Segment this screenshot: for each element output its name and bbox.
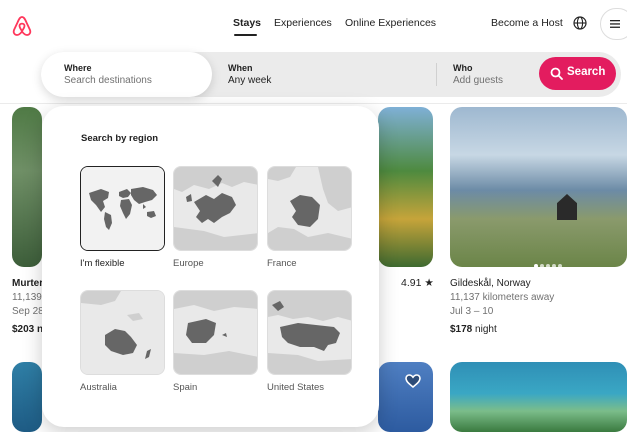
when-label: When <box>228 63 253 73</box>
become-host-link[interactable]: Become a Host <box>491 17 563 29</box>
search-button[interactable]: Search <box>539 57 616 90</box>
search-divider <box>436 63 437 86</box>
listing-right-price-value: $178 <box>450 324 473 335</box>
region-label-united-states: United States <box>267 382 325 393</box>
listing-right-title[interactable]: Gildeskål, Norway <box>450 278 531 289</box>
region-label-europe: Europe <box>173 258 204 269</box>
region-label-france: France <box>267 258 297 269</box>
region-option-flexible[interactable]: I'm flexible <box>80 166 165 269</box>
listing-photo-bottom-middle[interactable] <box>378 362 433 432</box>
nav-experiences[interactable]: Experiences <box>274 17 332 29</box>
spain-map-icon <box>174 291 257 374</box>
listing-right-distance: 11,137 kilometers away <box>450 292 555 303</box>
listing-photo-middle[interactable] <box>378 107 433 267</box>
region-option-australia[interactable]: Australia <box>80 290 165 393</box>
active-tab-underline <box>234 34 257 36</box>
listing-right-price: $178 night <box>450 324 497 335</box>
region-map-europe <box>173 166 258 251</box>
listing-photo-right[interactable] <box>450 107 627 267</box>
united-states-map-icon <box>268 291 351 374</box>
listing-middle-rating: 4.91 ★ <box>401 277 434 289</box>
user-menu-button[interactable] <box>600 8 627 40</box>
nav-online-experiences[interactable]: Online Experiences <box>345 17 436 29</box>
who-field[interactable]: Add guests <box>453 75 503 86</box>
listing-photo-bottom-right[interactable] <box>450 362 627 432</box>
cabin-photo-detail <box>557 194 577 220</box>
search-icon <box>550 67 563 80</box>
region-option-france[interactable]: France <box>267 166 352 269</box>
where-input[interactable]: Search destinations <box>64 75 152 86</box>
region-label-australia: Australia <box>80 382 117 393</box>
region-map-united-states <box>267 290 352 375</box>
hamburger-icon <box>610 20 620 28</box>
region-option-spain[interactable]: Spain <box>173 290 258 393</box>
when-field[interactable]: Any week <box>228 75 271 86</box>
region-map-world <box>80 166 165 251</box>
airbnb-logo-icon[interactable] <box>11 14 33 38</box>
who-label: Who <box>453 63 473 73</box>
region-map-australia <box>80 290 165 375</box>
region-option-europe[interactable]: Europe <box>173 166 258 269</box>
region-popover-title: Search by region <box>81 133 159 144</box>
listing-left-price: $203 n <box>12 324 44 335</box>
globe-icon[interactable] <box>572 15 588 31</box>
world-map-icon <box>81 167 164 250</box>
region-map-spain <box>173 290 258 375</box>
listing-left-dates: Sep 28 <box>12 306 44 317</box>
region-label-flexible: I'm flexible <box>80 258 125 269</box>
region-map-france <box>267 166 352 251</box>
france-map-icon <box>268 167 351 250</box>
search-bar: Where Search destinations When Any week … <box>41 52 621 97</box>
listing-left-title[interactable]: Murter <box>12 278 43 289</box>
region-label-spain: Spain <box>173 382 198 393</box>
listing-photo-bottom-left[interactable] <box>12 362 42 432</box>
where-label: Where <box>64 63 92 73</box>
listing-photo-left[interactable] <box>12 107 42 267</box>
photo-carousel-dots[interactable] <box>534 255 564 267</box>
heart-icon[interactable] <box>405 374 421 388</box>
listing-right-dates: Jul 3 – 10 <box>450 306 494 317</box>
nav-stays[interactable]: Stays <box>233 17 261 29</box>
listing-right-price-unit: night <box>475 324 497 335</box>
search-button-label: Search <box>567 66 606 78</box>
top-header: Stays Experiences Online Experiences Bec… <box>0 0 627 104</box>
australia-map-icon <box>81 291 164 374</box>
europe-map-icon <box>174 167 257 250</box>
region-option-united-states[interactable]: United States <box>267 290 352 393</box>
region-popover: Search by region I'm flexible Europe Fra… <box>42 106 379 427</box>
